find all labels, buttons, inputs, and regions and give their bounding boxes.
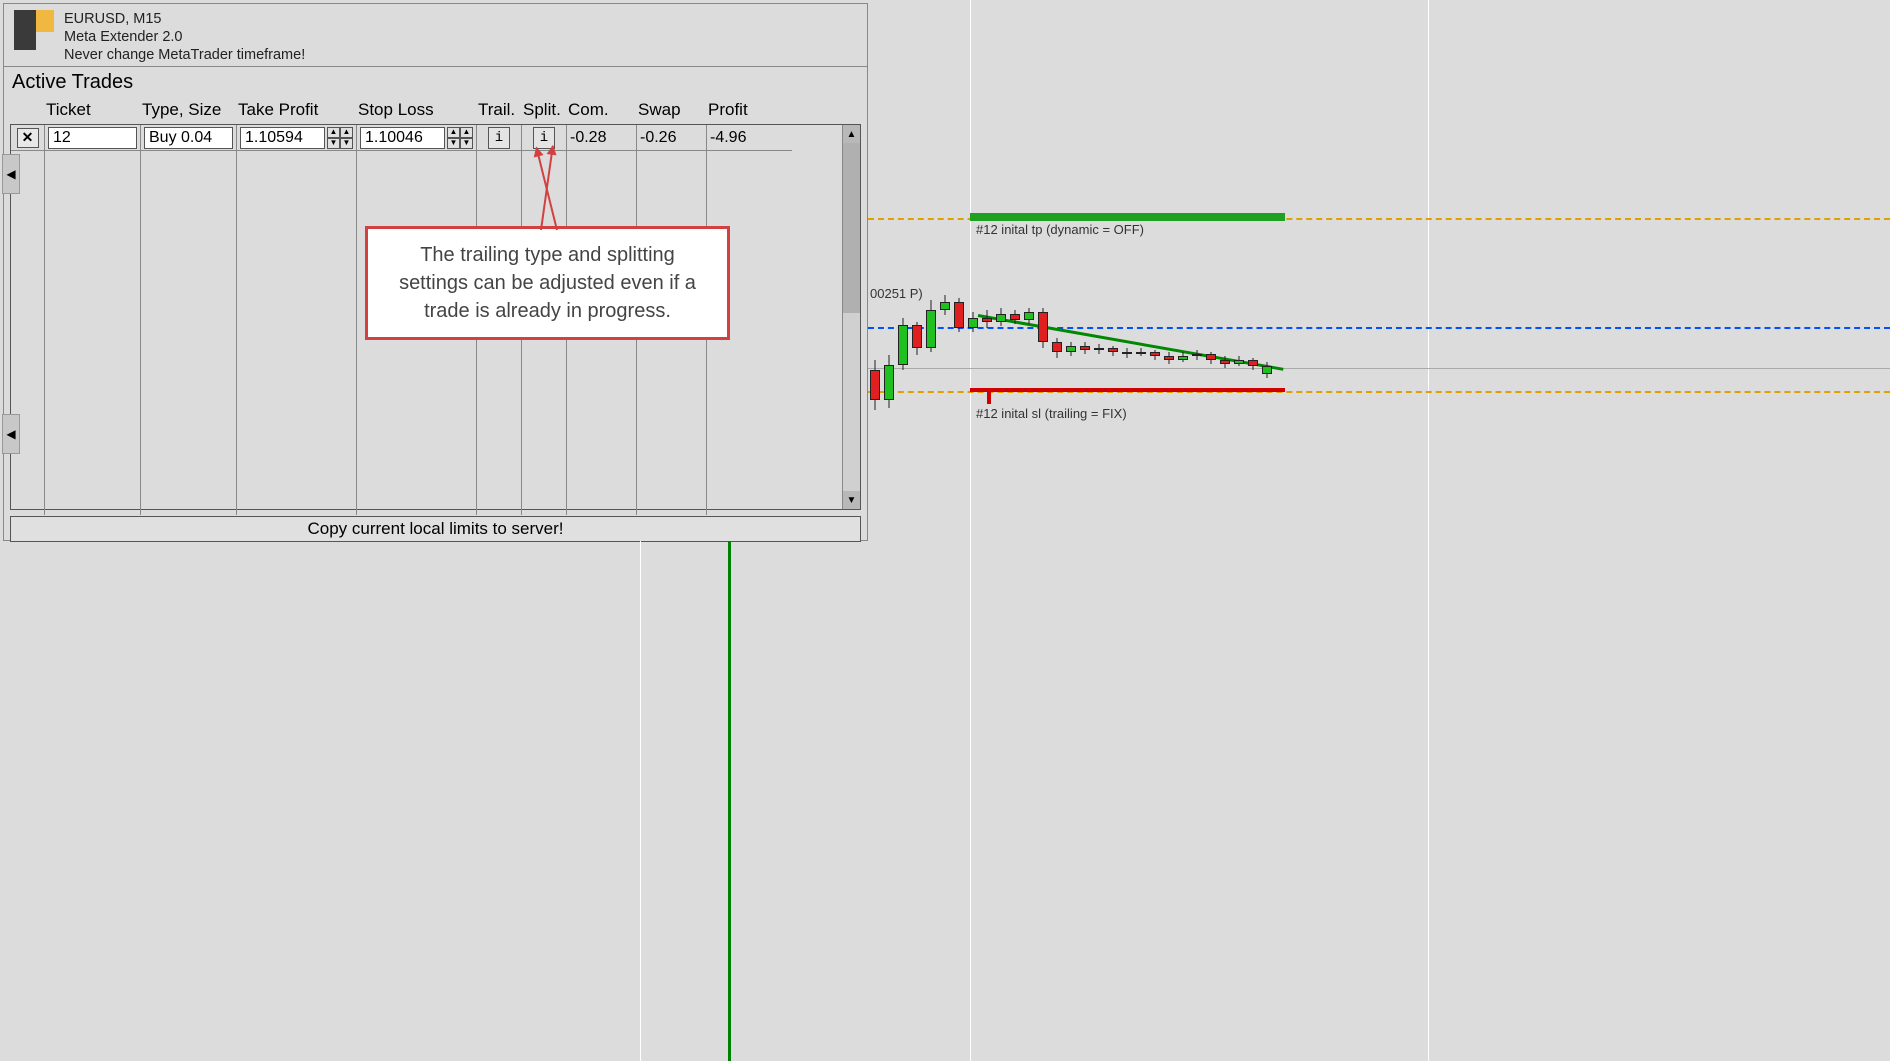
- symbol-label: EURUSD, M15: [64, 10, 305, 28]
- stop-loss-field[interactable]: 1.10046: [360, 127, 445, 149]
- sl-big-down-icon[interactable]: ▼: [447, 138, 460, 149]
- timeframe-warning: Never change MetaTrader timeframe!: [64, 46, 305, 64]
- close-trade-button[interactable]: ✕: [17, 128, 39, 148]
- annotation-callout: The trailing type and splitting settings…: [365, 226, 730, 340]
- profit-value: -4.96: [707, 125, 792, 151]
- col-trail: Trail.: [476, 100, 521, 120]
- copy-limits-button[interactable]: Copy current local limits to server!: [10, 516, 861, 542]
- col-swap: Swap: [636, 100, 706, 120]
- tp-big-down-icon[interactable]: ▼: [327, 138, 340, 149]
- trail-info-button[interactable]: i: [488, 127, 510, 149]
- vertical-scrollbar[interactable]: ▲ ▼: [842, 125, 860, 509]
- chart-divider: [640, 541, 641, 1061]
- sl-small-up-icon[interactable]: ▲: [460, 127, 473, 138]
- sl-spinner[interactable]: ▲ ▼ ▲ ▼: [447, 127, 473, 149]
- swap-value: -0.26: [637, 125, 707, 151]
- take-profit-field[interactable]: 1.10594: [240, 127, 325, 149]
- section-title: Active Trades: [4, 66, 867, 96]
- scroll-down-icon[interactable]: ▼: [843, 491, 860, 509]
- collapse-left-icon-2[interactable]: ◀: [2, 414, 20, 454]
- col-stop-loss: Stop Loss: [356, 100, 476, 120]
- chart-divider-green: [728, 541, 731, 1061]
- header-text: EURUSD, M15 Meta Extender 2.0 Never chan…: [64, 10, 305, 64]
- tp-small-down-icon[interactable]: ▼: [340, 138, 353, 149]
- app-name-label: Meta Extender 2.0: [64, 28, 305, 46]
- col-type-size: Type, Size: [140, 100, 236, 120]
- column-headers: Ticket Type, Size Take Profit Stop Loss …: [10, 96, 861, 124]
- col-profit: Profit: [706, 100, 791, 120]
- ticket-field[interactable]: 12: [48, 127, 137, 149]
- sl-big-up-icon[interactable]: ▲: [447, 127, 460, 138]
- type-size-field: Buy 0.04: [144, 127, 233, 149]
- chart-divider: [970, 541, 971, 1061]
- candlestick-chart: [868, 270, 1288, 430]
- tp-label: #12 inital tp (dynamic = OFF): [976, 222, 1144, 237]
- chart-divider: [1428, 541, 1429, 1061]
- com-value: -0.28: [567, 125, 637, 151]
- col-split: Split.: [521, 100, 566, 120]
- scroll-up-icon[interactable]: ▲: [843, 125, 860, 143]
- collapse-left-icon[interactable]: ◀: [2, 154, 20, 194]
- tp-big-up-icon[interactable]: ▲: [327, 127, 340, 138]
- panel-header: EURUSD, M15 Meta Extender 2.0 Never chan…: [4, 4, 867, 66]
- chart-area: #12 inital tp (dynamic = OFF) #12 inital…: [868, 0, 1890, 1056]
- col-ticket: Ticket: [44, 100, 140, 120]
- tp-bar: [970, 213, 1285, 221]
- col-take-profit: Take Profit: [236, 100, 356, 120]
- app-logo-icon: [14, 10, 54, 50]
- tp-small-up-icon[interactable]: ▲: [340, 127, 353, 138]
- sl-small-down-icon[interactable]: ▼: [460, 138, 473, 149]
- tp-spinner[interactable]: ▲ ▼ ▲ ▼: [327, 127, 353, 149]
- col-com: Com.: [566, 100, 636, 120]
- scroll-thumb[interactable]: [843, 143, 860, 313]
